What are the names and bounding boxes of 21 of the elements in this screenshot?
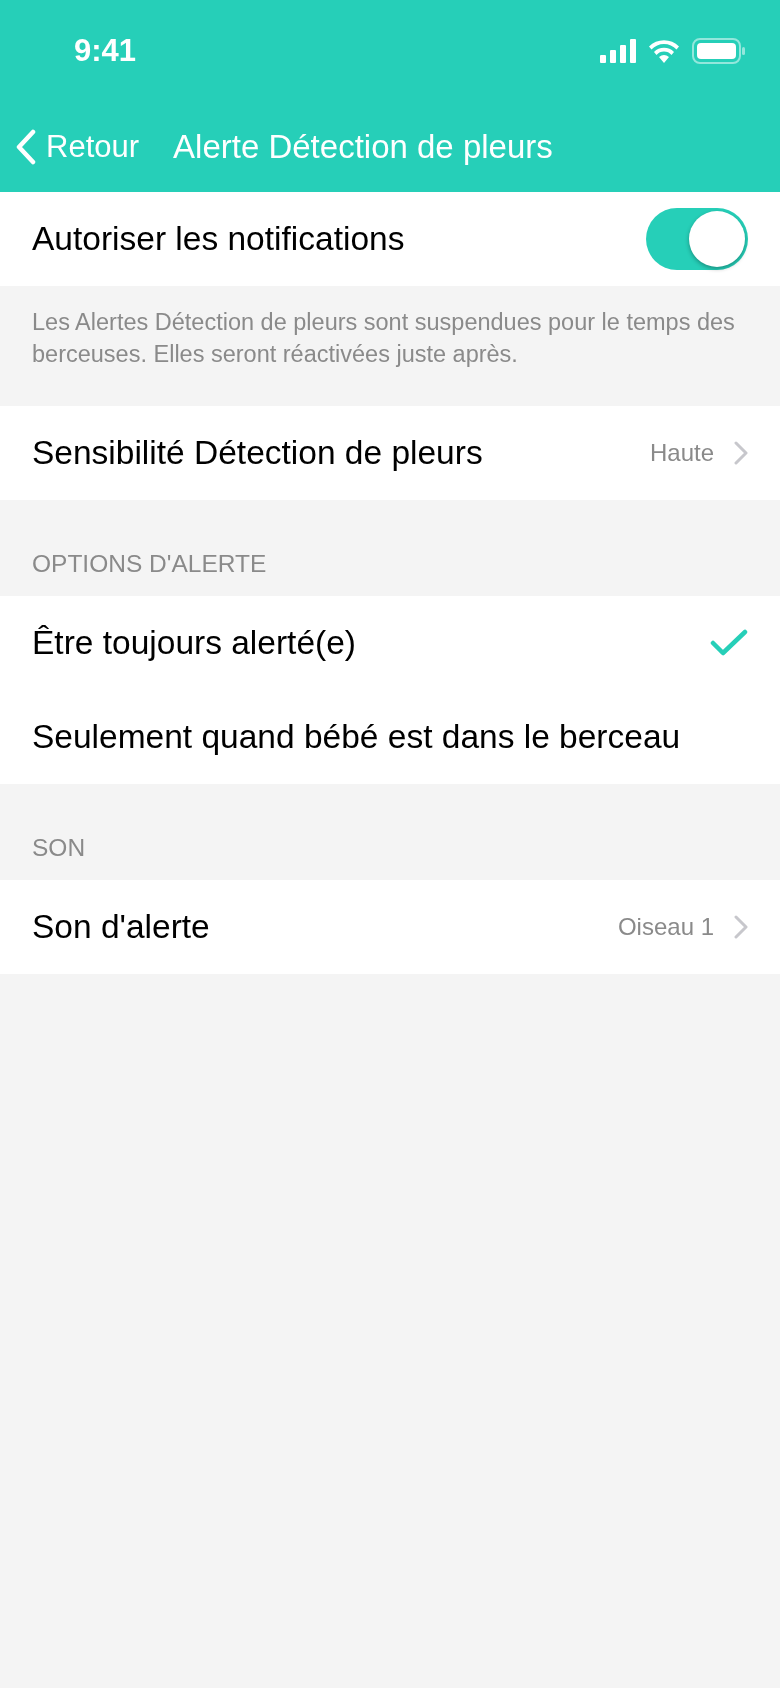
wifi-icon	[648, 39, 680, 63]
row-value: Oiseau 1	[617, 913, 714, 941]
row-label: Autoriser les notifications	[32, 220, 406, 258]
back-chevron-icon	[16, 129, 36, 165]
chevron-icon	[734, 915, 748, 939]
chevron-icon	[734, 441, 748, 465]
option-label: Être toujours alerté(e)	[32, 624, 357, 662]
section-header: OPTIONS D'ALERTE	[31, 549, 268, 579]
battery-icon	[692, 38, 746, 64]
section-footer: Les Alertes Détection de pleurs sont suspendues pour le temps des berceuses. Elles seront réactivées juste après.	[0, 286, 780, 406]
screen-title: Alerte Détection de pleurs	[173, 128, 553, 166]
row-value: Haute	[649, 439, 714, 467]
signal-icon	[600, 39, 636, 63]
status-time: 9:41	[74, 33, 137, 69]
row-label: Sensibilité Détection de pleurs	[32, 434, 484, 472]
sound-row[interactable]: Son d'alerte Oiseau 1	[0, 880, 780, 974]
row-label: Son d'alerte	[32, 908, 211, 946]
sensitivity-row[interactable]: Sensibilité Détection de pleurs Haute	[0, 406, 780, 500]
notifications-toggle[interactable]	[646, 208, 748, 270]
section-header: SON	[31, 833, 87, 863]
option-label: Seulement quand bébé est dans le berceau	[32, 718, 682, 756]
